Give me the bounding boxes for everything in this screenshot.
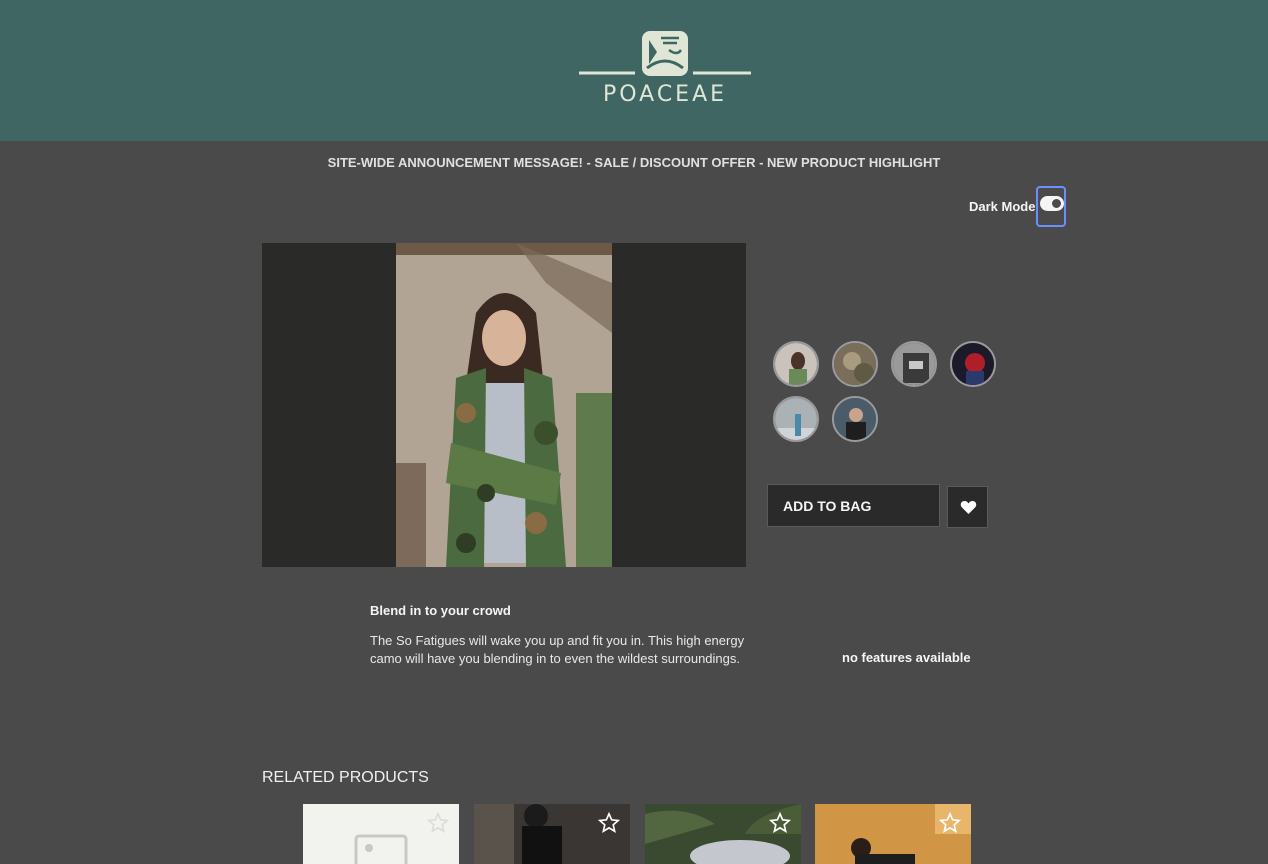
color-swatch[interactable] — [832, 341, 878, 387]
brand-logo[interactable]: POACEAE — [577, 28, 753, 112]
features-text: no features available — [842, 650, 971, 665]
model-image — [396, 243, 612, 567]
brand-name: POACEAE — [602, 82, 728, 107]
related-product-card[interactable] — [474, 804, 630, 864]
swatch-thumbnail — [834, 343, 876, 385]
related-products-title: RELATED PRODUCTS — [262, 769, 429, 786]
color-swatch[interactable] — [950, 341, 996, 387]
add-to-bag-button[interactable]: ADD TO BAG — [767, 484, 940, 527]
color-swatch[interactable] — [773, 396, 819, 442]
star-icon[interactable] — [939, 812, 961, 834]
color-swatch[interactable] — [891, 341, 937, 387]
description-title: Blend in to your crowd — [370, 603, 511, 618]
logo-mark-icon — [579, 31, 751, 76]
toggle-knob — [1051, 198, 1062, 209]
description-text: The So Fatigues will wake you up and fit… — [370, 633, 745, 666]
star-icon[interactable] — [769, 812, 791, 834]
related-product-card[interactable] — [815, 804, 971, 864]
swatch-thumbnail — [893, 343, 935, 385]
product-photo — [396, 243, 612, 567]
swatch-thumbnail — [952, 343, 994, 385]
swatch-thumbnail — [834, 398, 876, 440]
swatch-thumbnail — [775, 343, 817, 385]
related-product-card[interactable] — [303, 804, 459, 864]
color-swatch[interactable] — [832, 396, 878, 442]
announcement-banner: SITE-WIDE ANNOUNCEMENT MESSAGE! - SALE /… — [327, 155, 941, 170]
color-swatch[interactable] — [773, 341, 819, 387]
swatch-thumbnail — [775, 398, 817, 440]
favorite-button[interactable] — [947, 486, 988, 528]
related-product-card[interactable] — [645, 804, 801, 864]
heart-icon — [960, 501, 977, 514]
product-image-viewer[interactable] — [262, 243, 746, 567]
star-icon[interactable] — [427, 812, 449, 834]
star-icon[interactable] — [598, 812, 620, 834]
site-header: POACEAE — [0, 0, 1268, 141]
dark-mode-label: Dark Mode — [969, 199, 1036, 214]
toggle-switch-icon — [1040, 196, 1064, 211]
dark-mode-toggle[interactable] — [1036, 186, 1066, 227]
